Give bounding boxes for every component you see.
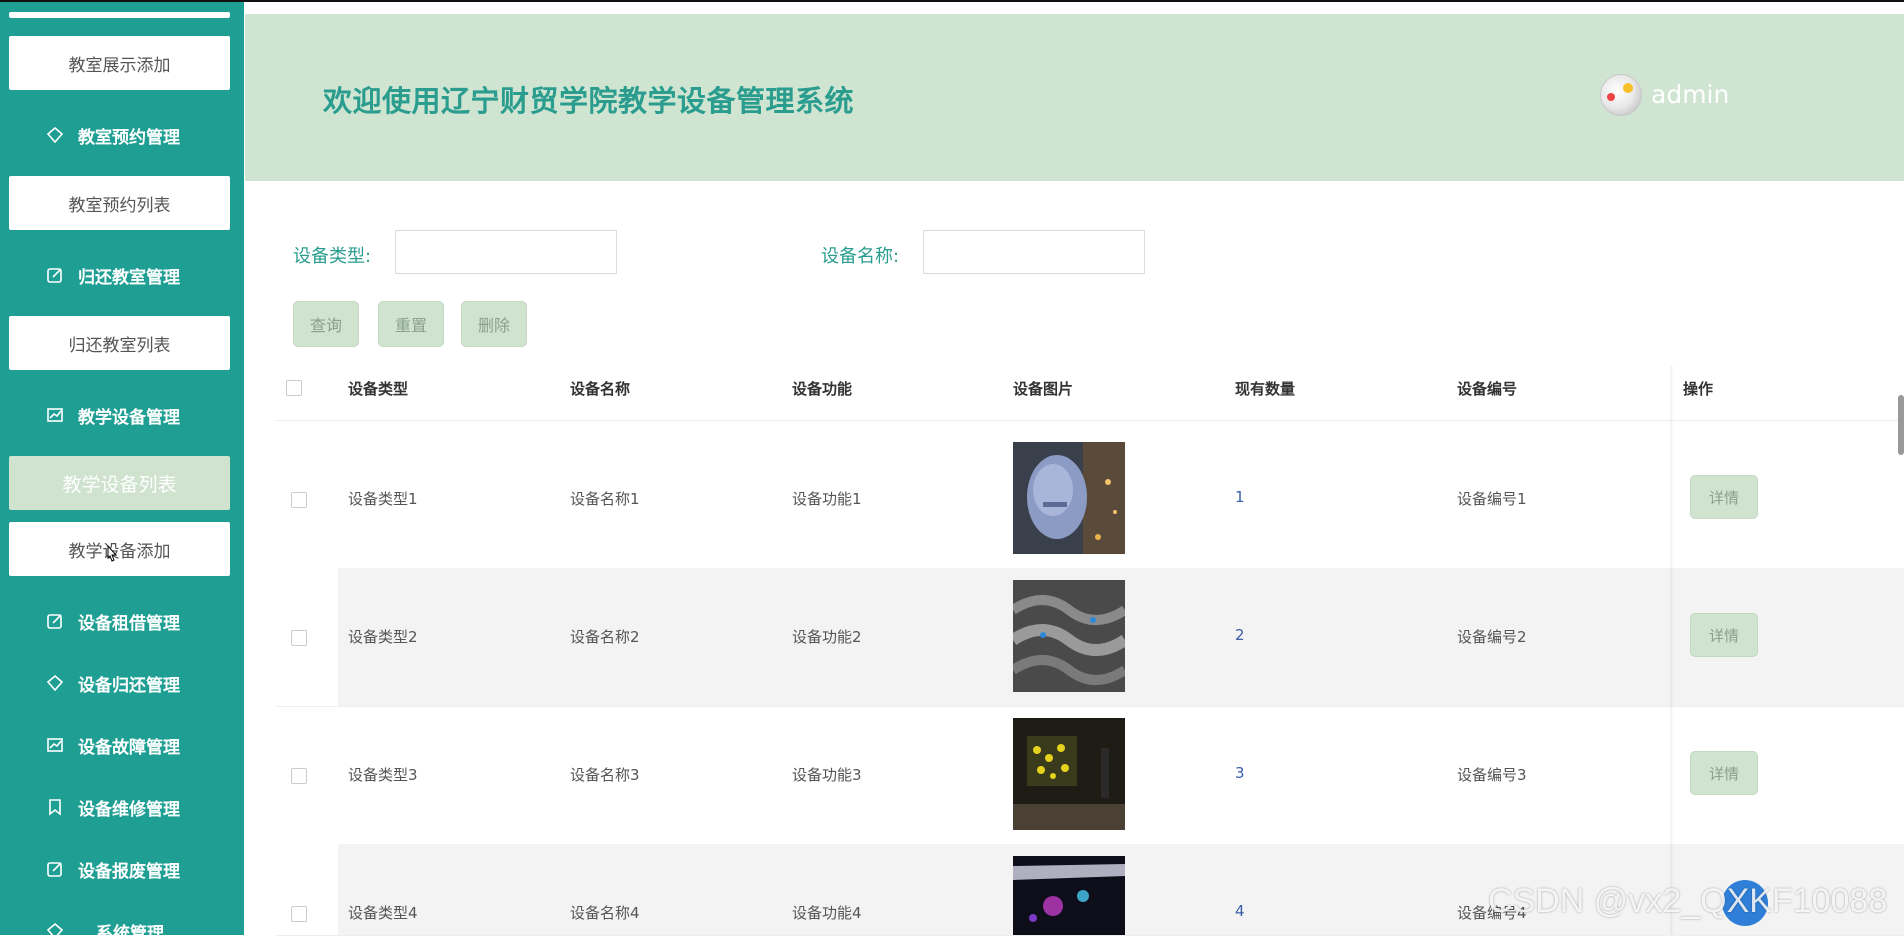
diamond-icon <box>44 124 66 146</box>
sidebar-head-label: 教室预约管理 <box>78 127 180 148</box>
column-header: 设备编号 <box>1457 380 1518 398</box>
table-header: 设备类型 设备名称 设备功能 设备图片 现有数量 设备编号 操作 <box>276 356 1904 421</box>
column-header: 设备图片 <box>1013 380 1074 398</box>
sidebar-sub-label: 归还教室列表 <box>68 335 171 356</box>
column-header: 设备名称 <box>570 380 631 398</box>
sidebar-sub-equipment-add[interactable]: 教学设备添加 <box>9 522 230 576</box>
chart-icon <box>44 734 66 756</box>
sidebar-head-label: 系统管理 <box>96 923 164 936</box>
sidebar-sub-classroom-add[interactable]: 教室展示添加 <box>9 36 230 90</box>
cell-quantity: 3 <box>1235 764 1245 782</box>
detail-button[interactable]: 详情 <box>1690 475 1758 519</box>
cell-type: 设备类型3 <box>348 766 418 784</box>
cell-name: 设备名称1 <box>570 490 640 508</box>
name-filter-input[interactable] <box>923 230 1145 274</box>
mouse-cursor-icon <box>107 544 118 562</box>
sidebar-head-fault[interactable]: 设备故障管理 <box>0 714 244 776</box>
diamond-icon <box>44 920 66 935</box>
cell-name: 设备名称4 <box>570 904 640 922</box>
sidebar-head-label: 教学设备管理 <box>78 407 180 428</box>
cell-name: 设备名称2 <box>570 628 640 646</box>
scrollbar-thumb[interactable] <box>1898 395 1904 455</box>
cell-type: 设备类型1 <box>348 490 418 508</box>
sidebar-head-label: 设备归还管理 <box>78 675 180 696</box>
row-checkbox[interactable] <box>291 768 307 784</box>
column-header: 操作 <box>1683 380 1714 398</box>
fixed-column-shadow <box>1670 366 1674 935</box>
sidebar-head-label: 归还教室管理 <box>78 267 180 288</box>
edit-icon <box>44 858 66 880</box>
edit-icon <box>44 610 66 632</box>
select-all-checkbox[interactable] <box>286 380 302 396</box>
sidebar-sub-reservation-list[interactable]: 教室预约列表 <box>9 176 230 230</box>
detail-button[interactable]: 详情 <box>1690 751 1758 795</box>
type-filter-input[interactable] <box>395 230 617 274</box>
type-filter-label: 设备类型: <box>293 246 372 267</box>
row-checkbox[interactable] <box>291 906 307 922</box>
sidebar-sub-item-partial[interactable] <box>9 12 230 18</box>
cell-type: 设备类型4 <box>348 904 418 922</box>
detail-button[interactable]: 详情 <box>1690 613 1758 657</box>
sidebar-head-label: 设备租借管理 <box>78 613 180 634</box>
cell-type: 设备类型2 <box>348 628 418 646</box>
delete-button[interactable]: 删除 <box>461 301 527 347</box>
window-top-border <box>0 0 1904 2</box>
username[interactable]: admin <box>1651 80 1729 109</box>
reset-button[interactable]: 重置 <box>378 301 444 347</box>
sidebar-head-return-equipment[interactable]: 设备归还管理 <box>0 652 244 714</box>
avatar[interactable] <box>1600 74 1642 116</box>
sidebar-head-return-room[interactable]: 归还教室管理 <box>0 244 244 306</box>
watermark: CSDN @vx2_QXKF10088 <box>1488 882 1888 920</box>
column-header: 设备类型 <box>348 380 409 398</box>
sidebar-head-borrow[interactable]: 设备租借管理 <box>0 590 244 652</box>
equipment-image[interactable] <box>1013 442 1125 554</box>
sidebar-head-repair[interactable]: 设备维修管理 <box>0 776 244 838</box>
sidebar-head-system[interactable]: 系统管理 <box>0 900 244 935</box>
equipment-image[interactable] <box>1013 580 1125 692</box>
sidebar-head-reservation[interactable]: 教室预约管理 <box>0 104 244 166</box>
cell-function: 设备功能2 <box>792 628 862 646</box>
sidebar-head-equipment[interactable]: 教学设备管理 <box>0 384 244 446</box>
name-filter-label: 设备名称: <box>821 246 900 267</box>
diamond-icon <box>44 672 66 694</box>
row-checkbox-cell <box>276 844 338 935</box>
chart-icon <box>44 404 66 426</box>
sidebar-head-label: 设备维修管理 <box>78 799 180 820</box>
column-header: 现有数量 <box>1235 380 1296 398</box>
cell-quantity: 2 <box>1235 626 1245 644</box>
cell-code: 设备编号2 <box>1457 628 1527 646</box>
cell-code: 设备编号1 <box>1457 490 1527 508</box>
cell-quantity: 4 <box>1235 902 1245 920</box>
row-checkbox-cell <box>276 568 338 706</box>
equipment-image[interactable] <box>1013 856 1125 935</box>
cell-function: 设备功能4 <box>792 904 862 922</box>
cell-code: 设备编号3 <box>1457 766 1527 784</box>
sidebar: 教室展示添加 教室预约管理 教室预约列表 归还教室管理 归还教室列表 教学设备管… <box>0 2 244 935</box>
sidebar-sub-equipment-list[interactable]: 教学设备列表 <box>9 456 230 510</box>
sidebar-head-label: 设备报废管理 <box>78 861 180 882</box>
query-button[interactable]: 查询 <box>293 301 359 347</box>
bookmark-icon <box>44 796 66 818</box>
sidebar-sub-label: 教学设备列表 <box>62 473 177 496</box>
top-header: 欢迎使用辽宁财贸学院教学设备管理系统 admin <box>245 14 1904 181</box>
sidebar-head-label: 设备故障管理 <box>78 737 180 758</box>
edit-icon <box>44 264 66 286</box>
cell-function: 设备功能3 <box>792 766 862 784</box>
row-checkbox[interactable] <box>291 492 307 508</box>
sidebar-sub-label: 教室预约列表 <box>68 195 171 216</box>
cell-function: 设备功能1 <box>792 490 862 508</box>
sidebar-sub-return-room-list[interactable]: 归还教室列表 <box>9 316 230 370</box>
column-header: 设备功能 <box>792 380 853 398</box>
sidebar-sub-label: 教学设备添加 <box>68 541 171 562</box>
equipment-image[interactable] <box>1013 718 1125 830</box>
sidebar-sub-label: 教室展示添加 <box>68 55 171 76</box>
row-checkbox[interactable] <box>291 630 307 646</box>
page-title: 欢迎使用辽宁财贸学院教学设备管理系统 <box>323 84 855 118</box>
cell-quantity: 1 <box>1235 488 1245 506</box>
cell-name: 设备名称3 <box>570 766 640 784</box>
sidebar-head-scrap[interactable]: 设备报废管理 <box>0 838 244 900</box>
